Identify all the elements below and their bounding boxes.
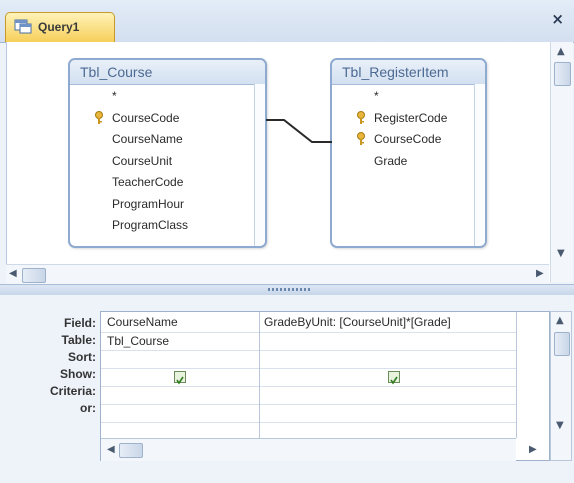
show-checkbox[interactable]: [388, 371, 400, 385]
scroll-left-icon[interactable]: ◀: [107, 444, 115, 455]
check-icon: [390, 376, 398, 385]
grid-column-1[interactable]: CourseName Tbl_Course: [101, 312, 260, 438]
scroll-thumb[interactable]: [554, 62, 571, 86]
row-label-field: Field:: [64, 316, 96, 330]
splitter-grip-icon[interactable]: [268, 288, 310, 291]
diagram-horizontal-scrollbar[interactable]: ◀ ▶: [6, 264, 549, 285]
query-design-grid-pane: Field: Table: Sort: Show: Criteria: or: …: [0, 295, 574, 483]
scroll-thumb[interactable]: [554, 332, 570, 356]
scroll-up-icon[interactable]: ▲: [557, 46, 565, 57]
design-grid[interactable]: CourseName Tbl_Course GradeByUnit: [Cour…: [100, 311, 550, 461]
grid-column-2[interactable]: GradeByUnit: [CourseUnit]*[Grade]: [259, 312, 517, 438]
grid-table-cell[interactable]: Tbl_Course: [107, 334, 169, 348]
grid-horizontal-scrollbar[interactable]: ◀ ▶: [101, 438, 537, 461]
diagram-vertical-scrollbar[interactable]: ▲ ▼: [550, 42, 573, 282]
row-label-criteria: Criteria:: [49, 384, 96, 398]
scroll-left-icon[interactable]: ◀: [9, 268, 17, 279]
relationship-line[interactable]: [0, 0, 574, 300]
scroll-down-icon[interactable]: ▼: [557, 248, 565, 259]
row-label-sort: Sort:: [68, 350, 96, 364]
scroll-down-icon[interactable]: ▼: [556, 420, 564, 431]
scroll-right-icon[interactable]: ▶: [529, 444, 537, 455]
scroll-up-icon[interactable]: ▲: [556, 315, 564, 326]
row-label-or: or:: [80, 401, 96, 415]
grid-field-cell[interactable]: GradeByUnit: [CourseUnit]*[Grade]: [264, 315, 451, 329]
grid-field-cell[interactable]: CourseName: [107, 315, 178, 329]
grid-vertical-scrollbar[interactable]: ▲ ▼: [550, 311, 572, 461]
scroll-right-icon[interactable]: ▶: [536, 268, 544, 279]
show-checkbox[interactable]: [174, 371, 186, 385]
query-design-window: Query1 × Tbl_Course * CourseCode CourseN…: [0, 0, 574, 483]
row-label-show: Show:: [60, 367, 96, 381]
grid-row-labels: Field: Table: Sort: Show: Criteria: or:: [20, 315, 96, 417]
check-icon: [176, 376, 184, 385]
row-label-table: Table:: [61, 333, 96, 347]
scroll-thumb[interactable]: [119, 443, 143, 458]
scroll-thumb[interactable]: [22, 268, 46, 283]
